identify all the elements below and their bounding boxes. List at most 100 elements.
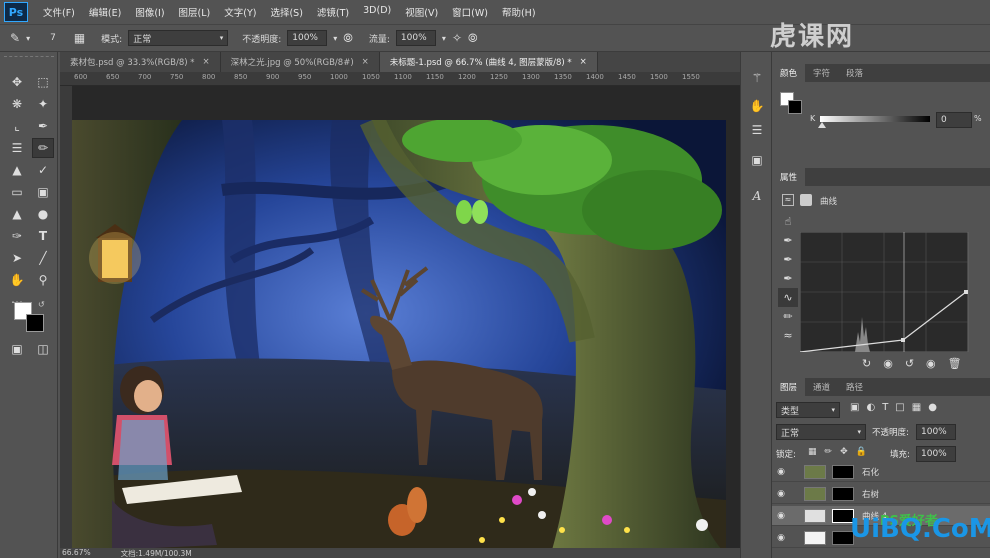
layer-row[interactable]: ◉ 右树 bbox=[772, 484, 990, 504]
lasso-tool-icon[interactable]: ❋ bbox=[6, 94, 28, 114]
fill-input[interactable]: 100% bbox=[916, 446, 956, 462]
document-tab[interactable]: 素材包.psd @ 33.3%(RGB/8) * × bbox=[60, 52, 221, 72]
background-color-swatch[interactable] bbox=[26, 314, 44, 332]
type-tool-icon[interactable]: T bbox=[32, 226, 54, 246]
white-point-eyedropper-icon[interactable]: ✒ bbox=[778, 269, 798, 288]
history-brush-tool-icon[interactable]: ✓ bbox=[32, 160, 54, 180]
eraser-tool-icon[interactable]: ▭ bbox=[6, 182, 28, 202]
menu-item[interactable]: 3D(D) bbox=[356, 5, 398, 19]
airbrush-icon[interactable]: ✧ bbox=[452, 31, 462, 45]
document-tab[interactable]: 深林之光.jpg @ 50%(RGB/8#) × bbox=[221, 52, 380, 72]
shape-filter-icon[interactable]: □ bbox=[895, 402, 904, 413]
opacity-input[interactable]: 100% bbox=[287, 30, 328, 46]
bg-color-chip[interactable] bbox=[788, 100, 802, 114]
layer-mask-thumbnail[interactable] bbox=[832, 486, 854, 501]
curve-smooth-icon[interactable]: ≈ bbox=[778, 326, 798, 345]
curve-points-icon[interactable]: ∿ bbox=[778, 288, 798, 307]
eye-icon[interactable]: ◉ bbox=[772, 489, 790, 499]
menu-item[interactable]: 滤镜(T) bbox=[310, 5, 356, 19]
visibility-icon[interactable]: ◉ bbox=[926, 357, 936, 370]
gray-point-eyedropper-icon[interactable]: ✒ bbox=[778, 250, 798, 269]
k-slider-thumb[interactable] bbox=[818, 122, 826, 128]
close-icon[interactable]: × bbox=[203, 57, 210, 67]
chevron-down-icon[interactable]: ▾ bbox=[442, 34, 446, 43]
panel-tab[interactable]: 图层 bbox=[772, 378, 806, 396]
brush-size[interactable]: 7 bbox=[50, 33, 56, 43]
menu-item[interactable]: 编辑(E) bbox=[82, 5, 128, 19]
menu-item[interactable]: 选择(S) bbox=[263, 5, 309, 19]
filter-toggle-icon[interactable]: ● bbox=[928, 402, 937, 413]
panel-tab[interactable]: 路径 bbox=[838, 378, 871, 396]
mask-icon[interactable] bbox=[800, 194, 812, 206]
flow-input[interactable]: 100% bbox=[395, 30, 436, 46]
k-value-input[interactable]: 0 bbox=[936, 112, 972, 128]
lock-all-icon[interactable]: 🔒 bbox=[856, 447, 867, 457]
menu-item[interactable]: 文件(F) bbox=[36, 5, 82, 19]
canvas-artwork[interactable] bbox=[72, 120, 726, 550]
delete-icon[interactable]: 🗑 bbox=[948, 357, 962, 370]
properties-tab[interactable]: 属性 bbox=[772, 168, 806, 186]
move-tool-icon[interactable]: ✥ bbox=[6, 72, 28, 92]
line-tool-icon[interactable]: ╱ bbox=[32, 248, 54, 268]
hand-tool-icon[interactable]: ✋ bbox=[6, 270, 28, 290]
curves-graph[interactable] bbox=[800, 232, 990, 352]
swap-colors-icon[interactable]: ↺ bbox=[38, 300, 45, 309]
chevron-down-icon[interactable]: ▾ bbox=[333, 34, 337, 43]
menu-item[interactable]: 窗口(W) bbox=[445, 5, 495, 19]
clip-to-layer-icon[interactable]: ↻ bbox=[862, 357, 871, 370]
paths-panel-icon[interactable]: ▣ bbox=[747, 150, 767, 170]
document-tab[interactable]: 未标题-1.psd @ 66.7% (曲线 4, 图层蒙版/8) * × bbox=[379, 52, 598, 72]
brush-tool-icon[interactable]: ✏ bbox=[32, 138, 54, 158]
crop-tool-icon[interactable]: ⌞ bbox=[6, 116, 28, 136]
panel-tab[interactable]: 颜色 bbox=[772, 64, 806, 82]
pixel-filter-icon[interactable]: ▣ bbox=[850, 402, 859, 413]
eye-icon[interactable]: ◉ bbox=[772, 511, 790, 521]
close-icon[interactable]: × bbox=[362, 57, 369, 67]
character-panel-icon[interactable]: A bbox=[747, 186, 767, 206]
eye-icon[interactable]: ◉ bbox=[772, 533, 790, 543]
blur-tool-icon[interactable]: ▲ bbox=[6, 204, 28, 224]
layer-opacity-input[interactable]: 100% bbox=[916, 424, 956, 440]
curves-adjustment-icon[interactable]: ≈ bbox=[782, 194, 794, 206]
curve-pencil-icon[interactable]: ✏ bbox=[778, 307, 798, 326]
mode-select[interactable]: 正常 ▾ bbox=[128, 30, 229, 46]
clone-stamp-tool-icon[interactable]: ▲ bbox=[6, 160, 28, 180]
close-icon[interactable]: × bbox=[580, 57, 587, 67]
pressure-size-icon[interactable]: ⦾ bbox=[468, 31, 478, 46]
menu-item[interactable]: 文字(Y) bbox=[217, 5, 263, 19]
adjustments-panel-icon[interactable]: ☰ bbox=[747, 120, 767, 140]
type-filter-icon[interactable]: T bbox=[882, 402, 888, 413]
smart-filter-icon[interactable]: ▦ bbox=[912, 402, 921, 413]
brush-panel-icon[interactable]: ▦ bbox=[74, 31, 85, 45]
dodge-tool-icon[interactable]: ● bbox=[32, 204, 54, 224]
document-info[interactable]: 文档:1.49M/100.3M bbox=[121, 548, 192, 558]
black-point-eyedropper-icon[interactable]: ✒ bbox=[778, 231, 798, 250]
menu-item[interactable]: 图层(L) bbox=[172, 5, 218, 19]
view-previous-icon[interactable]: ◉ bbox=[883, 357, 893, 370]
reset-icon[interactable]: ↺ bbox=[905, 357, 914, 370]
k-slider[interactable] bbox=[820, 116, 930, 122]
eye-icon[interactable]: ◉ bbox=[772, 467, 790, 477]
screen-mode-icon[interactable]: ◫ bbox=[32, 339, 54, 359]
actions-panel-icon[interactable]: ✋ bbox=[747, 96, 767, 116]
zoom-level[interactable]: 66.67% bbox=[62, 548, 91, 558]
layer-filter-select[interactable]: 类型 ▾ bbox=[776, 402, 840, 418]
blend-mode-select[interactable]: 正常 ▾ bbox=[776, 424, 866, 440]
menu-item[interactable]: 图像(I) bbox=[128, 5, 171, 19]
brush-tool-icon[interactable]: ✎ bbox=[10, 31, 20, 45]
panel-tab[interactable]: 通道 bbox=[805, 378, 838, 396]
panel-tab[interactable]: 字符 bbox=[805, 64, 838, 82]
gradient-tool-icon[interactable]: ▣ bbox=[32, 182, 54, 202]
eyedropper-tool-icon[interactable]: ✒ bbox=[32, 116, 54, 136]
quick-mask-icon[interactable]: ▣ bbox=[6, 339, 28, 359]
path-select-tool-icon[interactable]: ➤ bbox=[6, 248, 28, 268]
menu-item[interactable]: 视图(V) bbox=[398, 5, 445, 19]
adjustment-filter-icon[interactable]: ◐ bbox=[866, 402, 875, 413]
chevron-down-icon[interactable]: ▾ bbox=[26, 34, 30, 43]
pen-tool-icon[interactable]: ✑ bbox=[6, 226, 28, 246]
healing-brush-tool-icon[interactable]: ☰ bbox=[6, 138, 28, 158]
menu-item[interactable]: 帮助(H) bbox=[495, 5, 543, 19]
quick-select-tool-icon[interactable]: ✦ bbox=[32, 94, 54, 114]
zoom-tool-icon[interactable]: ⚲ bbox=[32, 270, 54, 290]
layer-row[interactable]: ◉ 石化 bbox=[772, 462, 990, 482]
